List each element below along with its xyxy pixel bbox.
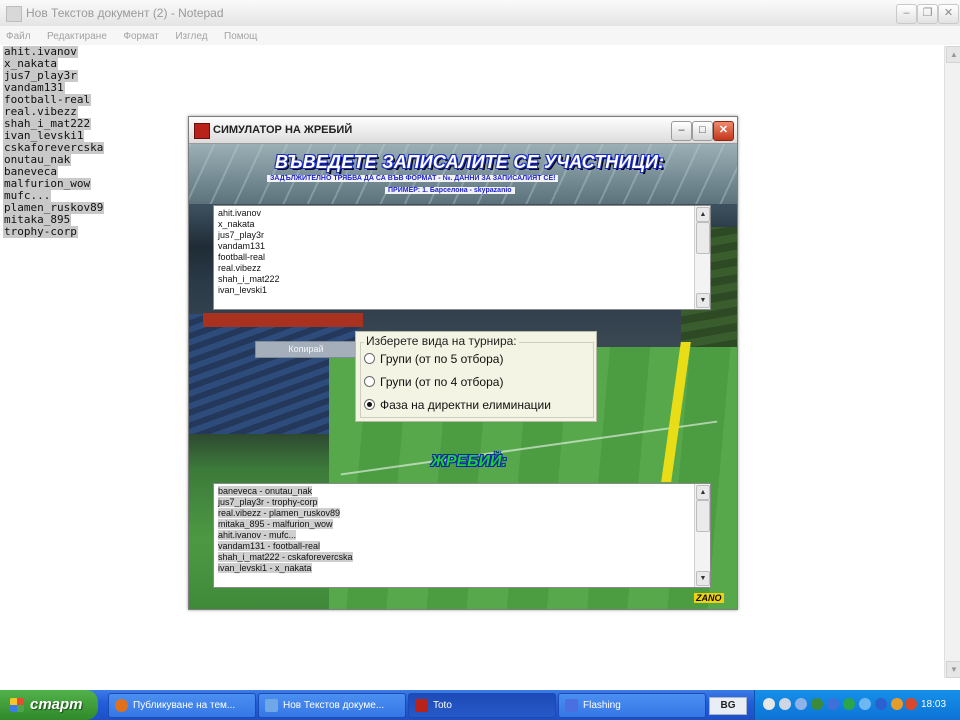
- draw-results-output[interactable]: baneveca - onutau_nak jus7_play3r - trop…: [213, 483, 711, 588]
- scroll-up-icon[interactable]: ▲: [696, 207, 710, 222]
- start-button[interactable]: старт: [0, 690, 98, 720]
- scroll-up-icon[interactable]: ▲: [696, 485, 710, 500]
- taskbar: старт Публикуване на тем... Нов Текстов …: [0, 690, 960, 720]
- list-item: shah_i_mat222 - cskaforevercska: [218, 552, 353, 562]
- list-item: vandam131: [218, 241, 266, 251]
- copy-button[interactable]: Копирай: [255, 341, 357, 358]
- tray-icon[interactable]: [795, 698, 807, 710]
- draw-scrollbar[interactable]: ▲ ▼: [694, 484, 710, 587]
- list-item: x_nakata: [218, 219, 255, 229]
- scroll-down-icon[interactable]: ▼: [696, 571, 710, 586]
- tray-icon[interactable]: [891, 698, 903, 710]
- task-label: Нов Текстов докуме...: [283, 700, 385, 711]
- scroll-thumb[interactable]: [696, 222, 710, 254]
- firefox-icon: [115, 699, 128, 712]
- menu-format[interactable]: Формат: [117, 28, 165, 42]
- radio-knockout[interactable]: Фаза на директни елиминации: [364, 398, 551, 412]
- maximize-icon[interactable]: □: [692, 121, 713, 141]
- clock: 18:03: [921, 699, 947, 710]
- participants-input[interactable]: ahit.ivanov x_nakata jus7_play3r vandam1…: [213, 205, 711, 310]
- tray-icon[interactable]: [811, 698, 823, 710]
- app-icon: [565, 699, 578, 712]
- task-label: Toto: [433, 700, 452, 711]
- scroll-down-icon[interactable]: ▼: [946, 661, 960, 678]
- list-item: ahit.ivanov: [218, 208, 262, 218]
- list-item: ivan_levski1 - x_nakata: [218, 563, 312, 573]
- simulator-titlebar[interactable]: СИМУЛАТОР НА ЖРЕБИЙ – □ ✕: [189, 117, 737, 144]
- radio-groups-of-5[interactable]: Групи (от по 5 отбора): [364, 352, 503, 366]
- tray-icon[interactable]: [779, 698, 791, 710]
- radio-groups-of-4[interactable]: Групи (от по 4 отбора): [364, 375, 503, 389]
- tray-icon[interactable]: [843, 698, 855, 710]
- tray-icon[interactable]: [763, 698, 775, 710]
- radio-label: Групи (от по 5 отбора): [380, 352, 504, 366]
- list-item: real.vibezz: [218, 263, 262, 273]
- banner-example-note: ПРИМЕР: 1. Барселона - skypazanio: [385, 187, 515, 194]
- list-item: jus7_play3r - trophy-corp: [218, 497, 318, 507]
- minimize-icon[interactable]: –: [671, 121, 692, 141]
- taskbar-item-flashing[interactable]: Flashing: [558, 693, 706, 718]
- menu-view[interactable]: Изглед: [169, 28, 213, 42]
- scroll-up-icon[interactable]: ▲: [946, 46, 960, 63]
- system-tray: BG 18:03: [709, 690, 960, 720]
- maximize-icon[interactable]: ❐: [917, 4, 938, 24]
- list-item: ahit.ivanov - mufc...: [218, 530, 297, 540]
- stadium-red-stripe: [203, 313, 363, 327]
- task-label: Flashing: [583, 700, 621, 711]
- bluetooth-icon[interactable]: [875, 698, 887, 710]
- scroll-thumb[interactable]: [696, 500, 710, 532]
- draw-heading: ЖРЕБИЙ:: [431, 453, 507, 470]
- menu-help[interactable]: Помощ: [218, 28, 263, 42]
- brand-logo: ZANO: [694, 593, 724, 603]
- menu-file[interactable]: Файл: [0, 28, 37, 42]
- notepad-title: Нов Текстов документ (2) - Notepad: [26, 6, 224, 20]
- instruction-banner: ВЪВЕДЕТЕ ЗАПИСАЛИТЕ СЕ УЧАСТНИЦИ: ЗАДЪЛЖ…: [267, 151, 737, 203]
- participants-scrollbar[interactable]: ▲ ▼: [694, 206, 710, 309]
- task-label: Публикуване на тем...: [133, 700, 236, 711]
- notepad-menubar: Файл Редактиране Формат Изглед Помощ: [0, 26, 960, 45]
- radio-selected-icon[interactable]: [364, 399, 375, 411]
- tournament-legend: Изберете вида на турнира:: [364, 334, 519, 348]
- banner-title: ВЪВЕДЕТЕ ЗАПИСАЛИТЕ СЕ УЧАСТНИЦИ:: [275, 152, 665, 172]
- list-item: ivan_levski1: [218, 285, 268, 295]
- notepad-titlebar[interactable]: Нов Текстов документ (2) - Notepad – ❐ ✕: [0, 0, 960, 27]
- simulator-icon: [415, 699, 428, 712]
- banner-format-note: ЗАДЪЛЖИТЕЛНО ТРЯБВА ДА СА ВЪВ ФОРМАТ - №…: [267, 175, 559, 182]
- radio-icon[interactable]: [364, 376, 375, 388]
- list-item: jus7_play3r: [218, 230, 265, 240]
- list-item: baneveca - onutau_nak: [218, 486, 313, 496]
- language-indicator[interactable]: BG: [709, 697, 747, 715]
- windows-logo-icon: [10, 698, 24, 712]
- taskbar-item-notepad[interactable]: Нов Текстов докуме...: [258, 693, 406, 718]
- tournament-type-group: Изберете вида на турнира: Групи (от по 5…: [355, 331, 597, 422]
- list-item: football-real: [218, 252, 266, 262]
- minimize-icon[interactable]: –: [896, 4, 917, 24]
- start-label: старт: [30, 696, 83, 713]
- simulator-window: СИМУЛАТОР НА ЖРЕБИЙ – □ ✕ ВЪВЕДЕТЕ ЗАПИС…: [188, 116, 738, 610]
- tray-icon[interactable]: [905, 698, 917, 710]
- tray-icon[interactable]: [827, 698, 839, 710]
- list-item: vandam131 - football-real: [218, 541, 321, 551]
- list-item: mitaka_895 - malfurion_wow: [218, 519, 333, 529]
- menu-edit[interactable]: Редактиране: [41, 28, 113, 42]
- scroll-down-icon[interactable]: ▼: [696, 293, 710, 308]
- notepad-icon: [6, 6, 22, 22]
- text-line: trophy-corp: [3, 225, 78, 238]
- close-icon[interactable]: ✕: [938, 4, 959, 24]
- tray-icon[interactable]: [859, 698, 871, 710]
- radio-label: Фаза на директни елиминации: [380, 398, 551, 412]
- simulator-icon: [194, 123, 210, 139]
- radio-label: Групи (от по 4 отбора): [380, 375, 504, 389]
- radio-icon[interactable]: [364, 353, 375, 365]
- list-item: real.vibezz - plamen_ruskov89: [218, 508, 341, 518]
- simulator-title: СИМУЛАТОР НА ЖРЕБИЙ: [213, 124, 353, 136]
- taskbar-item-toto[interactable]: Toto: [408, 693, 556, 718]
- notepad-scrollbar[interactable]: ▲ ▼: [944, 46, 960, 678]
- notepad-icon: [265, 699, 278, 712]
- notepad-text-area[interactable]: ahit.ivanov x_nakata jus7_play3r vandam1…: [3, 46, 105, 238]
- close-icon[interactable]: ✕: [713, 121, 734, 141]
- taskbar-item-browser[interactable]: Публикуване на тем...: [108, 693, 256, 718]
- list-item: shah_i_mat222: [218, 274, 280, 284]
